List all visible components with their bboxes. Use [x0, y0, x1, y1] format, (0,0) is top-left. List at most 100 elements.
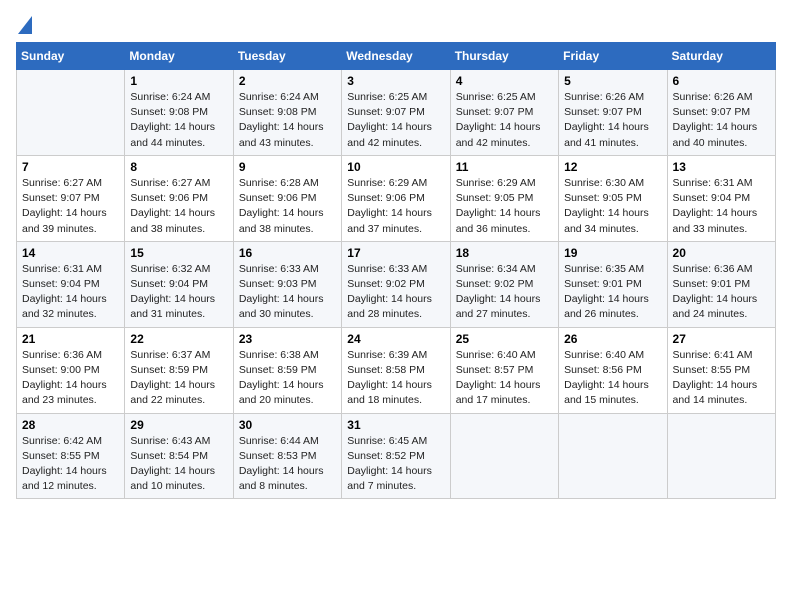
day-info: Sunrise: 6:33 AM Sunset: 9:02 PM Dayligh… — [347, 262, 444, 323]
day-number: 21 — [22, 332, 119, 346]
day-info: Sunrise: 6:30 AM Sunset: 9:05 PM Dayligh… — [564, 176, 661, 237]
calendar-header-row: SundayMondayTuesdayWednesdayThursdayFrid… — [17, 43, 776, 70]
day-number: 13 — [673, 160, 770, 174]
col-header-wednesday: Wednesday — [342, 43, 450, 70]
day-info: Sunrise: 6:44 AM Sunset: 8:53 PM Dayligh… — [239, 434, 336, 495]
day-number: 18 — [456, 246, 553, 260]
day-number: 4 — [456, 74, 553, 88]
calendar-cell: 20Sunrise: 6:36 AM Sunset: 9:01 PM Dayli… — [667, 241, 775, 327]
day-info: Sunrise: 6:27 AM Sunset: 9:07 PM Dayligh… — [22, 176, 119, 237]
col-header-thursday: Thursday — [450, 43, 558, 70]
day-number: 8 — [130, 160, 227, 174]
col-header-tuesday: Tuesday — [233, 43, 341, 70]
calendar-cell — [559, 413, 667, 499]
calendar-cell: 9Sunrise: 6:28 AM Sunset: 9:06 PM Daylig… — [233, 155, 341, 241]
day-number: 11 — [456, 160, 553, 174]
day-info: Sunrise: 6:39 AM Sunset: 8:58 PM Dayligh… — [347, 348, 444, 409]
day-info: Sunrise: 6:27 AM Sunset: 9:06 PM Dayligh… — [130, 176, 227, 237]
day-info: Sunrise: 6:40 AM Sunset: 8:56 PM Dayligh… — [564, 348, 661, 409]
day-info: Sunrise: 6:25 AM Sunset: 9:07 PM Dayligh… — [456, 90, 553, 151]
col-header-sunday: Sunday — [17, 43, 125, 70]
calendar-cell: 21Sunrise: 6:36 AM Sunset: 9:00 PM Dayli… — [17, 327, 125, 413]
day-info: Sunrise: 6:24 AM Sunset: 9:08 PM Dayligh… — [130, 90, 227, 151]
day-number: 26 — [564, 332, 661, 346]
calendar-cell: 22 Sunrise: 6:37 AM Sunset: 8:59 PM Dayli… — [125, 327, 233, 413]
day-number: 29 — [130, 418, 227, 432]
day-number: 5 — [564, 74, 661, 88]
day-info: Sunrise: 6:32 AM Sunset: 9:04 PM Dayligh… — [130, 262, 227, 323]
calendar-cell: 26 Sunrise: 6:40 AM Sunset: 8:56 PM Dayli… — [559, 327, 667, 413]
day-number: 14 — [22, 246, 119, 260]
day-number: 1 — [130, 74, 227, 88]
day-number: 31 — [347, 418, 444, 432]
day-info: Sunrise: 6:45 AM Sunset: 8:52 PM Dayligh… — [347, 434, 444, 495]
calendar-cell: 31 Sunrise: 6:45 AM Sunset: 8:52 PM Dayli… — [342, 413, 450, 499]
page-header — [16, 16, 776, 32]
col-header-saturday: Saturday — [667, 43, 775, 70]
col-header-friday: Friday — [559, 43, 667, 70]
calendar-cell: 7 Sunrise: 6:27 AM Sunset: 9:07 PM Daylig… — [17, 155, 125, 241]
day-info: Sunrise: 6:42 AM Sunset: 8:55 PM Dayligh… — [22, 434, 119, 495]
day-number: 3 — [347, 74, 444, 88]
day-info: Sunrise: 6:31 AM Sunset: 9:04 PM Dayligh… — [22, 262, 119, 323]
calendar-cell: 3Sunrise: 6:25 AM Sunset: 9:07 PM Daylig… — [342, 70, 450, 156]
calendar-table: SundayMondayTuesdayWednesdayThursdayFrid… — [16, 42, 776, 499]
week-row-3: 14 Sunrise: 6:31 AM Sunset: 9:04 PM Dayli… — [17, 241, 776, 327]
day-number: 19 — [564, 246, 661, 260]
day-info: Sunrise: 6:43 AM Sunset: 8:54 PM Dayligh… — [130, 434, 227, 495]
calendar-cell: 29 Sunrise: 6:43 AM Sunset: 8:54 PM Dayli… — [125, 413, 233, 499]
calendar-cell: 19 Sunrise: 6:35 AM Sunset: 9:01 PM Dayli… — [559, 241, 667, 327]
calendar-cell: 5 Sunrise: 6:26 AM Sunset: 9:07 PM Daylig… — [559, 70, 667, 156]
day-info: Sunrise: 6:31 AM Sunset: 9:04 PM Dayligh… — [673, 176, 770, 237]
day-number: 6 — [673, 74, 770, 88]
day-number: 15 — [130, 246, 227, 260]
week-row-5: 28 Sunrise: 6:42 AM Sunset: 8:55 PM Dayli… — [17, 413, 776, 499]
day-info: Sunrise: 6:41 AM Sunset: 8:55 PM Dayligh… — [673, 348, 770, 409]
calendar-cell — [667, 413, 775, 499]
day-number: 24 — [347, 332, 444, 346]
calendar-cell: 16Sunrise: 6:33 AM Sunset: 9:03 PM Dayli… — [233, 241, 341, 327]
calendar-cell: 1 Sunrise: 6:24 AM Sunset: 9:08 PM Daylig… — [125, 70, 233, 156]
day-info: Sunrise: 6:34 AM Sunset: 9:02 PM Dayligh… — [456, 262, 553, 323]
calendar-cell: 4 Sunrise: 6:25 AM Sunset: 9:07 PM Daylig… — [450, 70, 558, 156]
day-number: 17 — [347, 246, 444, 260]
calendar-cell: 6 Sunrise: 6:26 AM Sunset: 9:07 PM Daylig… — [667, 70, 775, 156]
day-number: 2 — [239, 74, 336, 88]
day-number: 22 — [130, 332, 227, 346]
day-number: 23 — [239, 332, 336, 346]
day-number: 20 — [673, 246, 770, 260]
day-number: 7 — [22, 160, 119, 174]
day-info: Sunrise: 6:38 AM Sunset: 8:59 PM Dayligh… — [239, 348, 336, 409]
day-number: 27 — [673, 332, 770, 346]
calendar-cell: 27 Sunrise: 6:41 AM Sunset: 8:55 PM Dayli… — [667, 327, 775, 413]
calendar-cell: 24 Sunrise: 6:39 AM Sunset: 8:58 PM Dayli… — [342, 327, 450, 413]
day-info: Sunrise: 6:29 AM Sunset: 9:05 PM Dayligh… — [456, 176, 553, 237]
day-number: 25 — [456, 332, 553, 346]
calendar-cell: 25 Sunrise: 6:40 AM Sunset: 8:57 PM Dayli… — [450, 327, 558, 413]
day-info: Sunrise: 6:33 AM Sunset: 9:03 PM Dayligh… — [239, 262, 336, 323]
week-row-4: 21Sunrise: 6:36 AM Sunset: 9:00 PM Dayli… — [17, 327, 776, 413]
logo — [16, 16, 32, 32]
day-info: Sunrise: 6:35 AM Sunset: 9:01 PM Dayligh… — [564, 262, 661, 323]
calendar-cell: 30 Sunrise: 6:44 AM Sunset: 8:53 PM Dayli… — [233, 413, 341, 499]
day-info: Sunrise: 6:24 AM Sunset: 9:08 PM Dayligh… — [239, 90, 336, 151]
day-number: 10 — [347, 160, 444, 174]
day-info: Sunrise: 6:37 AM Sunset: 8:59 PM Dayligh… — [130, 348, 227, 409]
calendar-body: 1 Sunrise: 6:24 AM Sunset: 9:08 PM Daylig… — [17, 70, 776, 499]
day-number: 28 — [22, 418, 119, 432]
calendar-cell: 18 Sunrise: 6:34 AM Sunset: 9:02 PM Dayli… — [450, 241, 558, 327]
day-info: Sunrise: 6:26 AM Sunset: 9:07 PM Dayligh… — [673, 90, 770, 151]
day-number: 9 — [239, 160, 336, 174]
col-header-monday: Monday — [125, 43, 233, 70]
calendar-cell: 10Sunrise: 6:29 AM Sunset: 9:06 PM Dayli… — [342, 155, 450, 241]
day-number: 30 — [239, 418, 336, 432]
day-info: Sunrise: 6:26 AM Sunset: 9:07 PM Dayligh… — [564, 90, 661, 151]
day-info: Sunrise: 6:40 AM Sunset: 8:57 PM Dayligh… — [456, 348, 553, 409]
calendar-cell: 15 Sunrise: 6:32 AM Sunset: 9:04 PM Dayli… — [125, 241, 233, 327]
calendar-cell: 12Sunrise: 6:30 AM Sunset: 9:05 PM Dayli… — [559, 155, 667, 241]
week-row-2: 7 Sunrise: 6:27 AM Sunset: 9:07 PM Daylig… — [17, 155, 776, 241]
week-row-1: 1 Sunrise: 6:24 AM Sunset: 9:08 PM Daylig… — [17, 70, 776, 156]
calendar-cell: 13 Sunrise: 6:31 AM Sunset: 9:04 PM Dayli… — [667, 155, 775, 241]
calendar-cell: 23 Sunrise: 6:38 AM Sunset: 8:59 PM Dayli… — [233, 327, 341, 413]
calendar-cell: 14 Sunrise: 6:31 AM Sunset: 9:04 PM Dayli… — [17, 241, 125, 327]
